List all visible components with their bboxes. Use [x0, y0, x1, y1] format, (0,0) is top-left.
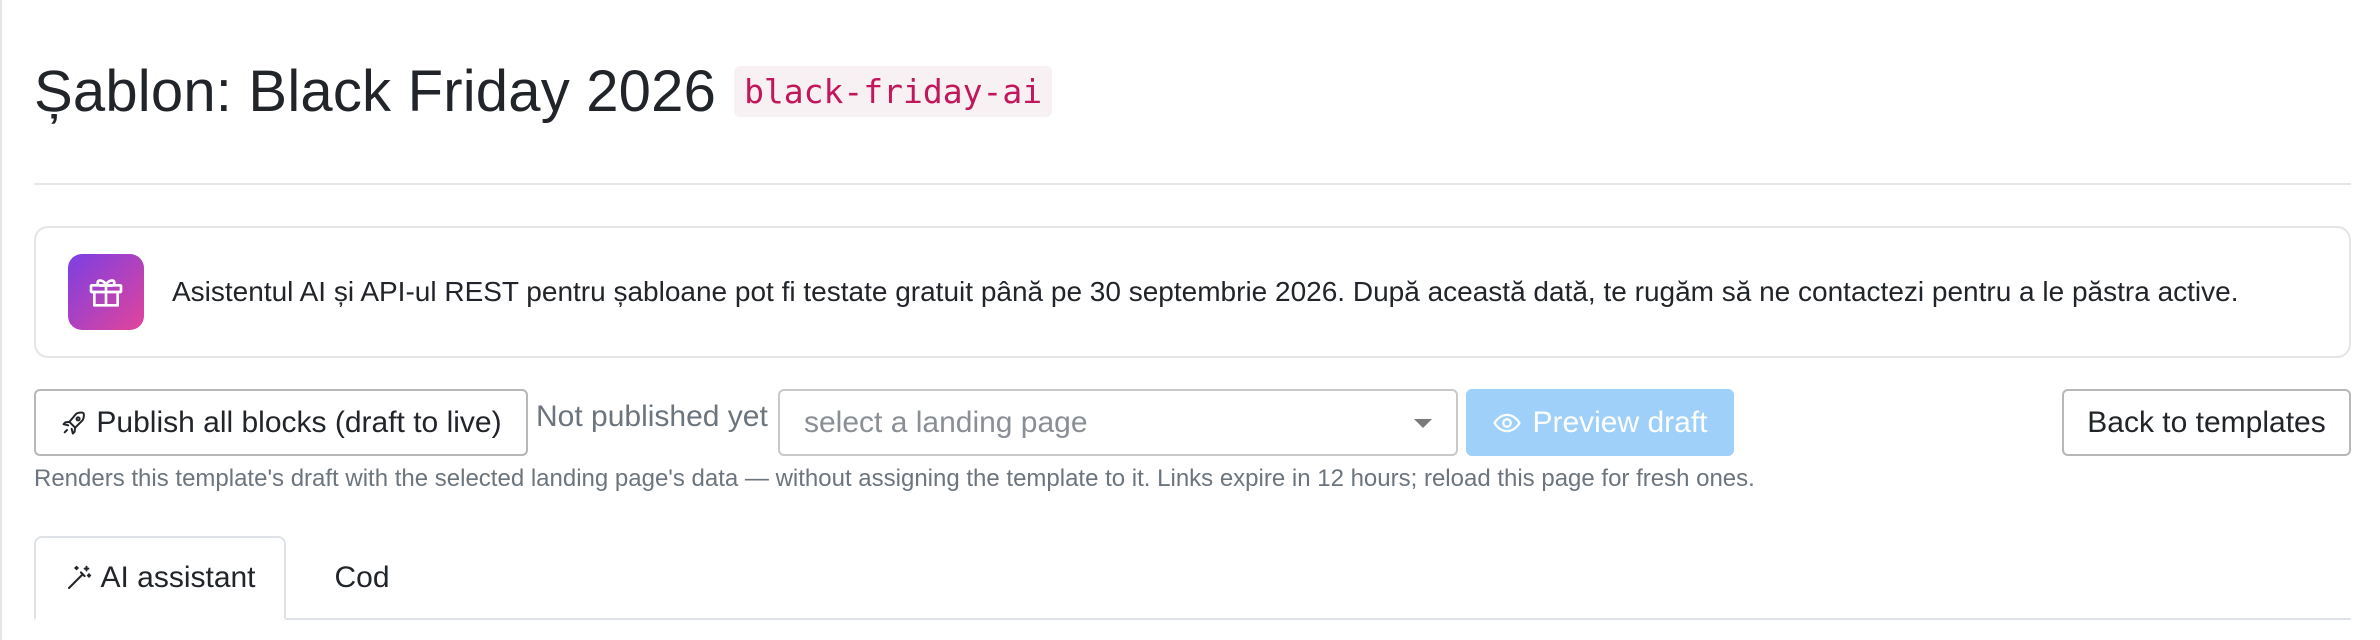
title-row: Șablon: Black Friday 2026 black-friday-a…: [34, 58, 1053, 125]
notice-text: Asistentul AI și API-ul REST pentru șabl…: [172, 276, 2239, 307]
landing-page-select-placeholder: select a landing page: [804, 405, 1088, 439]
rocket-icon: [60, 409, 88, 437]
header-divider: [34, 183, 2351, 185]
chevron-down-icon: [1414, 419, 1432, 428]
preview-button-label: Preview draft: [1532, 405, 1708, 439]
tab-cod[interactable]: Cod: [302, 536, 422, 620]
eye-icon: [1492, 408, 1522, 438]
landing-page-select[interactable]: select a landing page: [778, 389, 1458, 456]
template-slug-badge: black-friday-ai: [734, 66, 1053, 117]
preview-draft-button[interactable]: Preview draft: [1466, 389, 1734, 456]
trial-notice: Asistentul AI și API-ul REST pentru șabl…: [34, 226, 2351, 358]
gift-icon: [68, 254, 144, 330]
template-editor-page: Șablon: Black Friday 2026 black-friday-a…: [0, 0, 2380, 640]
publish-button-label: Publish all blocks (draft to live): [96, 405, 502, 439]
tab-ai-assistant-label: AI assistant: [100, 561, 256, 594]
page-title: Șablon: Black Friday 2026: [34, 59, 717, 124]
publish-all-blocks-button[interactable]: Publish all blocks (draft to live): [34, 389, 528, 456]
tab-ai-assistant[interactable]: AI assistant: [34, 536, 286, 620]
magic-wand-icon: [64, 563, 94, 593]
preview-helper-text: Renders this template's draft with the s…: [34, 465, 1755, 492]
back-to-templates-button[interactable]: Back to templates: [2062, 389, 2351, 456]
publish-status: Not published yet: [536, 400, 768, 433]
